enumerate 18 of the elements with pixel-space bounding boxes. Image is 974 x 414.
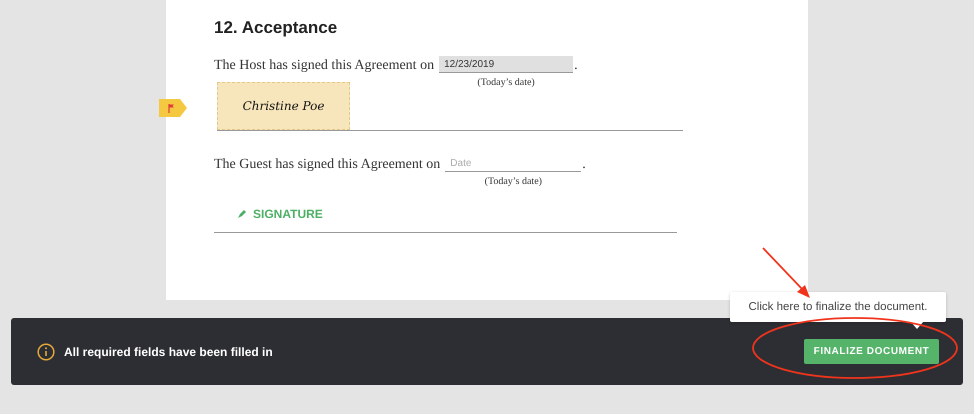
flag-marker[interactable] [159,99,187,117]
date-field[interactable]: 12/23/2019 [439,56,574,73]
section-heading: 12. Acceptance [214,18,338,38]
tooltip-tail [910,321,924,329]
period: . [574,58,578,74]
date-caption: (Today’s date) [484,176,542,187]
date-field[interactable]: Date [445,155,582,172]
info-icon [37,342,55,360]
annotation-arrow [762,247,810,298]
date-caption: (Today’s date) [477,77,535,88]
signature-field[interactable]: Christine Poe [217,82,350,130]
tooltip: Click here to finalize the document. [730,292,946,322]
host-sentence: The Host has signed this Agreement on [214,58,434,74]
period: . [582,157,586,173]
flag-icon [168,104,175,112]
status-message: All required fields have been filled in [64,344,274,358]
pen-icon [237,209,247,219]
guest-sentence: The Guest has signed this Agreement on [214,157,440,173]
